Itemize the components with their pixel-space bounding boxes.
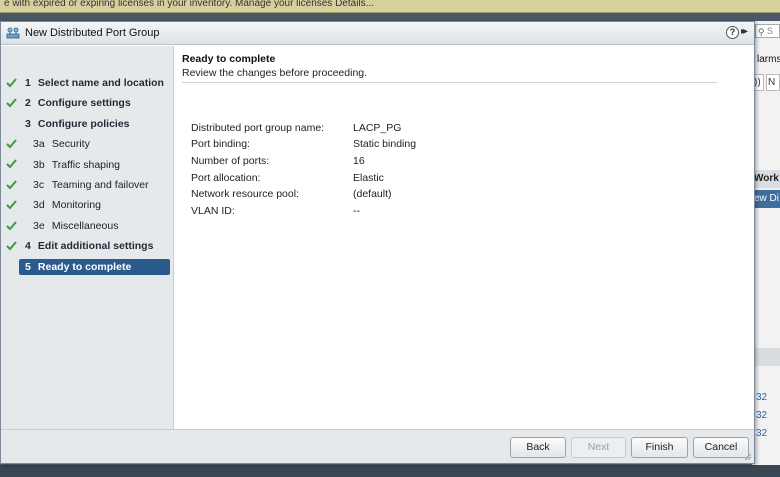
summary-value: -- xyxy=(353,205,360,217)
summary-key: VLAN ID: xyxy=(191,205,235,217)
search-placeholder: S xyxy=(767,26,774,36)
next-button[interactable]: Next xyxy=(571,437,626,458)
check-icon xyxy=(6,98,17,108)
step-monitoring[interactable]: 3d Monitoring xyxy=(19,197,170,213)
wizard-content: Ready to complete Review the changes bef… xyxy=(175,46,754,429)
summary-value: 16 xyxy=(353,155,365,167)
port-group-icon xyxy=(6,27,20,39)
check-icon xyxy=(6,200,17,210)
finish-button[interactable]: Finish xyxy=(631,437,688,458)
step-traffic-shaping[interactable]: 3b Traffic shaping xyxy=(19,157,170,173)
summary-value: LACP_PG xyxy=(353,122,402,134)
selected-row[interactable]: ew Di xyxy=(752,190,780,208)
step-configure-policies[interactable]: 3 Configure policies xyxy=(19,116,170,132)
step-edit-additional[interactable]: 4 Edit additional settings xyxy=(19,238,170,254)
check-icon xyxy=(6,78,17,88)
cancel-button[interactable]: Cancel xyxy=(693,437,749,458)
summary-row: Network resource pool: (default) xyxy=(191,188,591,202)
step-ready-to-complete[interactable]: 5 Ready to complete xyxy=(19,259,170,275)
step-configure-settings[interactable]: 2 Configure settings xyxy=(19,95,170,111)
page-title: Ready to complete xyxy=(182,53,276,65)
divider xyxy=(182,82,717,83)
background-link[interactable]: 32 xyxy=(756,392,767,403)
dialog-title: New Distributed Port Group xyxy=(25,27,160,39)
step-miscellaneous[interactable]: 3e Miscellaneous xyxy=(19,218,170,234)
license-banner: e with expired or expiring licenses in y… xyxy=(0,0,780,13)
search-icon: ⚲ xyxy=(758,27,765,37)
summary-key: Port allocation: xyxy=(191,172,261,184)
summary-row: Number of ports: 16 xyxy=(191,155,591,169)
background-link[interactable]: 32 xyxy=(756,428,767,439)
check-icon xyxy=(6,139,17,149)
step-security[interactable]: 3a Security xyxy=(19,136,170,152)
summary-key: Port binding: xyxy=(191,138,250,150)
summary-value: (default) xyxy=(353,188,392,200)
check-icon xyxy=(6,159,17,169)
page-subtitle: Review the changes before proceeding. xyxy=(182,67,368,79)
status-bar xyxy=(0,465,780,477)
wizard-steps: 1 Select name and location 2 Configure s… xyxy=(1,46,174,429)
summary-row: Port allocation: Elastic xyxy=(191,172,591,186)
summary-row: Port binding: Static binding xyxy=(191,138,591,152)
alarms-label: larms xyxy=(757,54,780,65)
step-teaming-failover[interactable]: 3c Teaming and failover xyxy=(19,177,170,193)
dialog-titlebar[interactable]: New Distributed Port Group ? ▸▸ xyxy=(1,22,754,45)
summary-value: Elastic xyxy=(353,172,384,184)
step-select-name[interactable]: 1 Select name and location xyxy=(19,75,170,91)
app-header-bar xyxy=(0,13,780,21)
summary-key: Network resource pool: xyxy=(191,188,299,200)
summary-key: Number of ports: xyxy=(191,155,270,167)
back-button[interactable]: Back xyxy=(510,437,566,458)
help-icon[interactable]: ? xyxy=(726,26,739,39)
search-input[interactable]: ⚲ S xyxy=(755,24,780,38)
background-tab[interactable]: N xyxy=(766,74,780,91)
summary-value: Static binding xyxy=(353,138,417,150)
expand-icon[interactable]: ▸▸ xyxy=(741,26,748,37)
background-link[interactable]: 32 xyxy=(756,410,767,421)
summary-row: VLAN ID: -- xyxy=(191,205,591,219)
new-port-group-dialog: New Distributed Port Group ? ▸▸ 1 Select… xyxy=(0,21,755,464)
check-icon xyxy=(6,241,17,251)
background-strip xyxy=(752,348,780,366)
work-header: Work I xyxy=(752,170,780,188)
resize-grip-icon[interactable] xyxy=(744,453,752,461)
check-icon xyxy=(6,180,17,190)
summary-key: Distributed port group name: xyxy=(191,122,325,134)
dialog-footer: Back Next Finish Cancel xyxy=(1,429,754,463)
summary-row: Distributed port group name: LACP_PG xyxy=(191,122,591,136)
check-icon xyxy=(6,221,17,231)
